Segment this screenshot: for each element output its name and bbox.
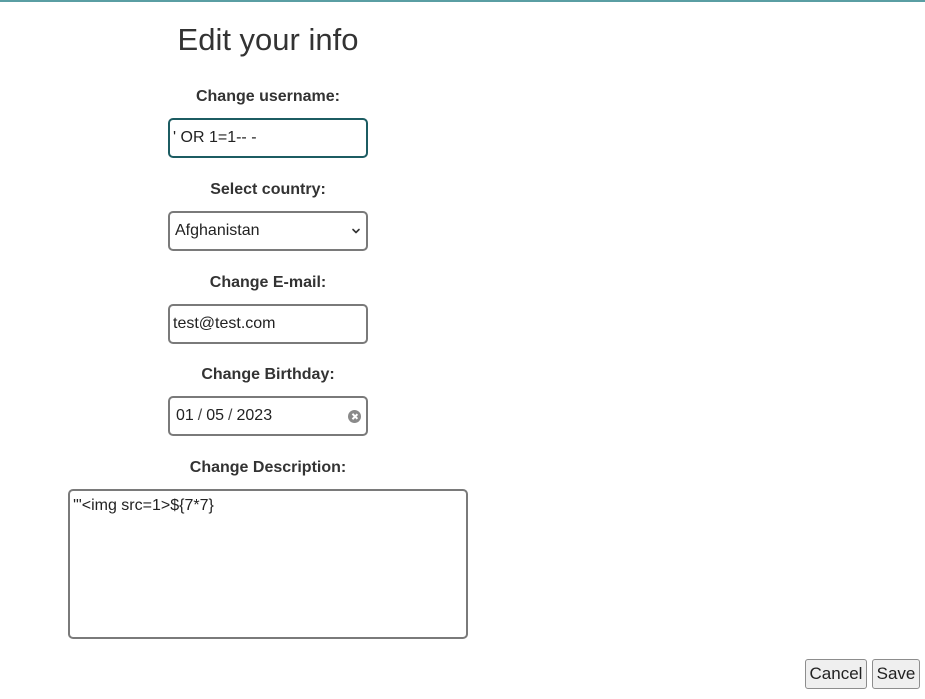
email-label: Change E-mail: <box>209 274 327 291</box>
date-month[interactable]: 01 <box>176 407 194 424</box>
save-button[interactable]: Save <box>872 659 920 689</box>
birthday-label: Change Birthday: <box>201 366 335 383</box>
email-input[interactable]: test@test.com <box>168 304 368 344</box>
date-separator: / <box>228 407 233 424</box>
description-label: Change Description: <box>189 459 347 476</box>
country-select[interactable]: Afghanistan <box>168 211 368 251</box>
birthday-date-input[interactable]: 01/05/2023 <box>168 396 368 436</box>
date-day[interactable]: 05 <box>206 407 224 424</box>
clear-icon[interactable] <box>348 409 361 423</box>
page-title: Edit your info <box>177 22 359 57</box>
chevron-down-icon <box>352 228 360 234</box>
username-input-value: ' OR 1=1-- - <box>173 129 257 146</box>
cancel-button[interactable]: Cancel <box>805 659 867 689</box>
country-label: Select country: <box>210 181 326 198</box>
country-select-value: Afghanistan <box>175 222 260 239</box>
username-input[interactable]: ' OR 1=1-- - <box>168 118 368 158</box>
date-year[interactable]: 2023 <box>237 407 273 424</box>
date-parts: 01/05/2023 <box>176 407 272 425</box>
date-separator: / <box>197 407 203 424</box>
username-label: Change username: <box>195 88 341 105</box>
top-accent-border <box>0 0 925 2</box>
email-input-value: test@test.com <box>173 315 276 332</box>
description-textarea[interactable]: '"<img src=1>${7*7} <box>68 489 468 639</box>
